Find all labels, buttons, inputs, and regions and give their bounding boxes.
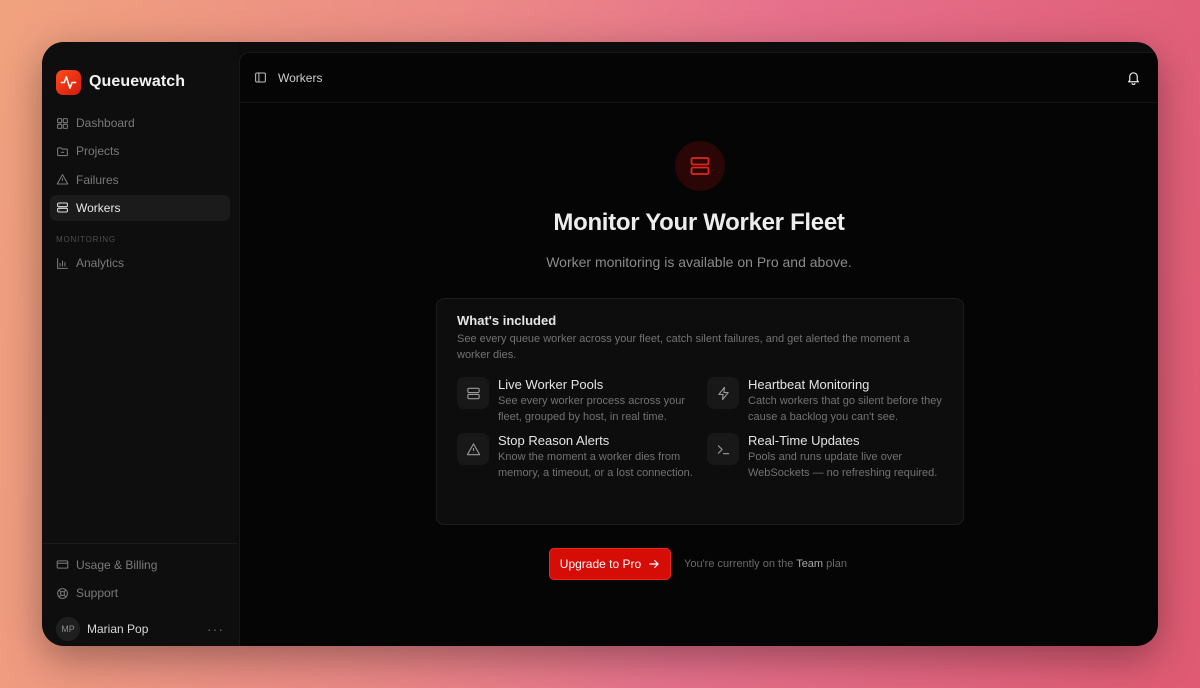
sidebar-toggle-icon[interactable]	[254, 71, 267, 84]
topbar: Workers	[240, 53, 1158, 103]
hero-title: Monitor Your Worker Fleet	[553, 209, 845, 236]
credit-card-icon	[56, 560, 69, 569]
app-name: Queuewatch	[89, 73, 186, 90]
feature-item: Live Worker Pools See every worker proce…	[457, 377, 707, 425]
user-name: Marian Pop	[87, 622, 149, 636]
more-options-icon[interactable]: ···	[207, 621, 224, 637]
server-icon	[57, 202, 68, 213]
feature-title: Real-Time Updates	[748, 433, 860, 448]
feature-description: Know the moment a worker dies from memor…	[498, 451, 693, 479]
feature-title: Heartbeat Monitoring	[748, 377, 870, 392]
feature-grid: Live Worker Pools See every worker proce…	[457, 377, 943, 481]
sidebar-item-label: Failures	[76, 172, 119, 187]
avatar: MP	[56, 617, 80, 641]
current-plan-note: You're currently on the Team plan	[684, 558, 847, 570]
plan-name: Team	[796, 558, 824, 570]
sidebar-item-workers[interactable]: Workers	[50, 194, 230, 221]
page-title: Workers	[278, 70, 323, 85]
sidebar-item-label: Workers	[76, 200, 121, 215]
app-window: Queuewatch Dashboard Projects Failures W…	[42, 42, 1158, 646]
sidebar-item-label: Dashboard	[76, 116, 135, 130]
hero-server-icon	[675, 141, 725, 191]
grid-icon	[57, 117, 68, 129]
sidebar-item-analytics[interactable]: Analytics	[50, 250, 230, 276]
sidebar-footer: Usage & Billing Support MP Marian Pop ··…	[42, 542, 238, 646]
main-content: Workers Monitor Your Worker Fleet Worker…	[239, 52, 1158, 646]
feature-item: Real-Time Updates Pools and runs update …	[707, 433, 947, 481]
sidebar-item-failures[interactable]: Failures	[50, 167, 230, 193]
sidebar-item-label: Projects	[76, 144, 120, 159]
sidebar-divider	[42, 542, 238, 544]
sidebar-item-projects[interactable]: Projects	[50, 138, 230, 164]
features-card: What's included See every queue worker a…	[436, 298, 964, 525]
pulse-logo-icon	[56, 69, 81, 95]
bar-chart-icon	[57, 257, 68, 269]
hero-subtitle: Worker monitoring is available on Pro an…	[546, 254, 852, 270]
feature-item: Stop Reason Alerts Know the moment a wor…	[457, 433, 707, 481]
plan-prefix: You're currently on the	[684, 558, 794, 570]
sidebar-nav: Dashboard Projects Failures Workers MONI…	[50, 110, 230, 276]
warning-icon	[56, 174, 69, 185]
sidebar-item-dashboard[interactable]: Dashboard	[50, 110, 230, 136]
server-icon	[457, 377, 489, 409]
user-menu[interactable]: MP Marian Pop ···	[50, 614, 230, 644]
bell-icon[interactable]	[1126, 70, 1141, 85]
card-title: What's included	[457, 313, 557, 328]
cta-row: Upgrade to Pro You're currently on the T…	[549, 548, 847, 580]
sidebar-item-label: Support	[76, 586, 119, 600]
feature-description: Pools and runs update live over WebSocke…	[748, 451, 938, 479]
feature-description: See every worker process across your fle…	[498, 395, 686, 423]
sidebar-section-label: MONITORING	[56, 235, 116, 245]
brand[interactable]: Queuewatch	[50, 42, 230, 100]
sidebar-item-usage-billing[interactable]: Usage & Billing	[50, 552, 230, 578]
sidebar-item-label: Analytics	[76, 256, 125, 271]
feature-title: Stop Reason Alerts	[498, 433, 610, 448]
lifebuoy-icon	[57, 587, 68, 599]
upgrade-button[interactable]: Upgrade to Pro	[549, 548, 671, 580]
terminal-icon	[707, 433, 739, 465]
feature-title: Live Worker Pools	[498, 377, 604, 392]
upgrade-button-label: Upgrade to Pro	[559, 557, 642, 571]
feature-description: Catch workers that go silent before they…	[748, 395, 942, 423]
warning-icon	[457, 433, 489, 465]
arrow-right-icon	[649, 560, 659, 568]
card-description: See every queue worker across your fleet…	[457, 333, 910, 361]
feature-item: Heartbeat Monitoring Catch workers that …	[707, 377, 947, 425]
folder-icon	[57, 147, 68, 156]
sidebar-item-label: Usage & Billing	[76, 557, 158, 572]
sidebar-item-support[interactable]: Support	[50, 580, 230, 606]
plan-suffix: plan	[826, 558, 847, 570]
sidebar: Queuewatch Dashboard Projects Failures W…	[42, 42, 238, 646]
lightning-icon	[707, 377, 739, 409]
